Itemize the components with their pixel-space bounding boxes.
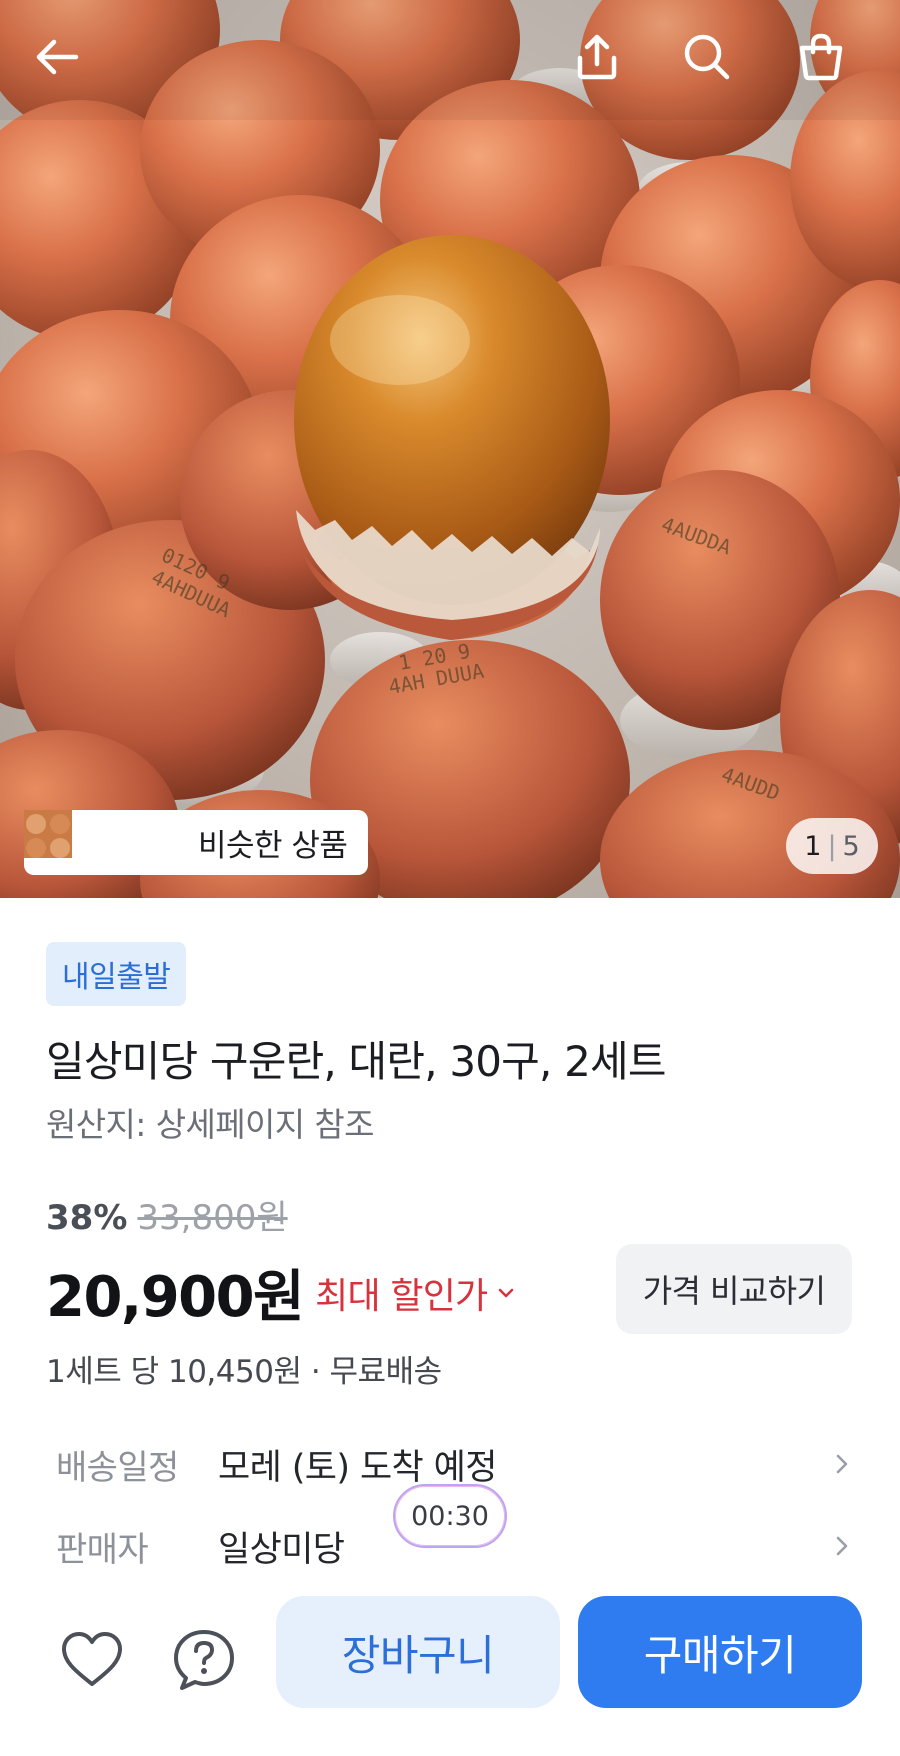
chevron-right-icon <box>836 1454 848 1474</box>
product-inquiry-button[interactable] <box>168 1624 240 1696</box>
similar-products-button[interactable]: 비슷한 상품 <box>24 810 368 875</box>
question-bubble-icon <box>174 1630 234 1690</box>
delivery-badge: 내일출발 <box>46 942 187 1006</box>
delivery-schedule-value: 모레 (토) 도착 예정 <box>218 1447 497 1488</box>
image-counter-separator: | <box>827 830 837 862</box>
discount-rate: 38% <box>46 1198 128 1238</box>
share-button[interactable] <box>570 30 642 102</box>
chevron-right-icon <box>836 1536 848 1556</box>
search-icon <box>684 34 730 80</box>
eggs-photo: 0120 9 4AHDUUA 1 20 9 4AH DUUA 4AUDDA 4A… <box>0 0 900 898</box>
product-image[interactable]: 0120 9 4AHDUUA 1 20 9 4AH DUUA 4AUDDA 4A… <box>0 0 900 898</box>
arrow-left-icon <box>36 39 79 75</box>
search-button[interactable] <box>680 30 752 102</box>
wishlist-button[interactable] <box>56 1624 128 1696</box>
cart-button[interactable] <box>794 30 866 102</box>
price-row: 20,900원 최대 할인가 <box>46 1252 517 1333</box>
timer-badge[interactable]: 00:30 <box>393 1484 507 1548</box>
product-origin: 원산지: 상세페이지 참조 <box>46 1105 375 1144</box>
similar-products-label: 비슷한 상품 <box>198 828 348 864</box>
bottom-action-bar: 장바구니 구매하기 <box>0 1576 900 1756</box>
similar-thumb-3 <box>24 810 184 867</box>
similar-thumb-2 <box>24 810 132 867</box>
price-compare-button[interactable]: 가격 비교하기 <box>616 1244 852 1334</box>
max-discount-toggle[interactable]: 최대 할인가 <box>315 1267 488 1319</box>
shopping-bag-icon <box>799 33 843 81</box>
unit-price-shipping: 1세트 당 10,450원 · 무료배송 <box>46 1354 442 1390</box>
share-icon <box>577 34 617 80</box>
delivery-schedule-label: 배송일정 <box>56 1447 179 1488</box>
seller-label: 판매자 <box>56 1529 149 1570</box>
sale-price: 20,900원 <box>46 1265 305 1330</box>
back-button[interactable] <box>30 30 102 102</box>
add-to-cart-button[interactable]: 장바구니 <box>276 1596 560 1708</box>
original-price: 33,800원 <box>137 1198 288 1238</box>
top-bar <box>0 0 900 130</box>
seller-value: 일상미당 <box>218 1529 345 1570</box>
image-counter-total: 5 <box>842 830 860 862</box>
heart-icon <box>62 1632 122 1686</box>
chevron-down-icon[interactable] <box>495 1282 517 1304</box>
product-title: 일상미당 구운란, 대란, 30구, 2세트 <box>46 1037 667 1086</box>
buy-now-button[interactable]: 구매하기 <box>578 1596 862 1708</box>
image-counter: 1 | 5 <box>786 818 878 874</box>
image-counter-current: 1 <box>804 830 822 862</box>
discount-row: 38% 33,800원 <box>46 1190 288 1239</box>
